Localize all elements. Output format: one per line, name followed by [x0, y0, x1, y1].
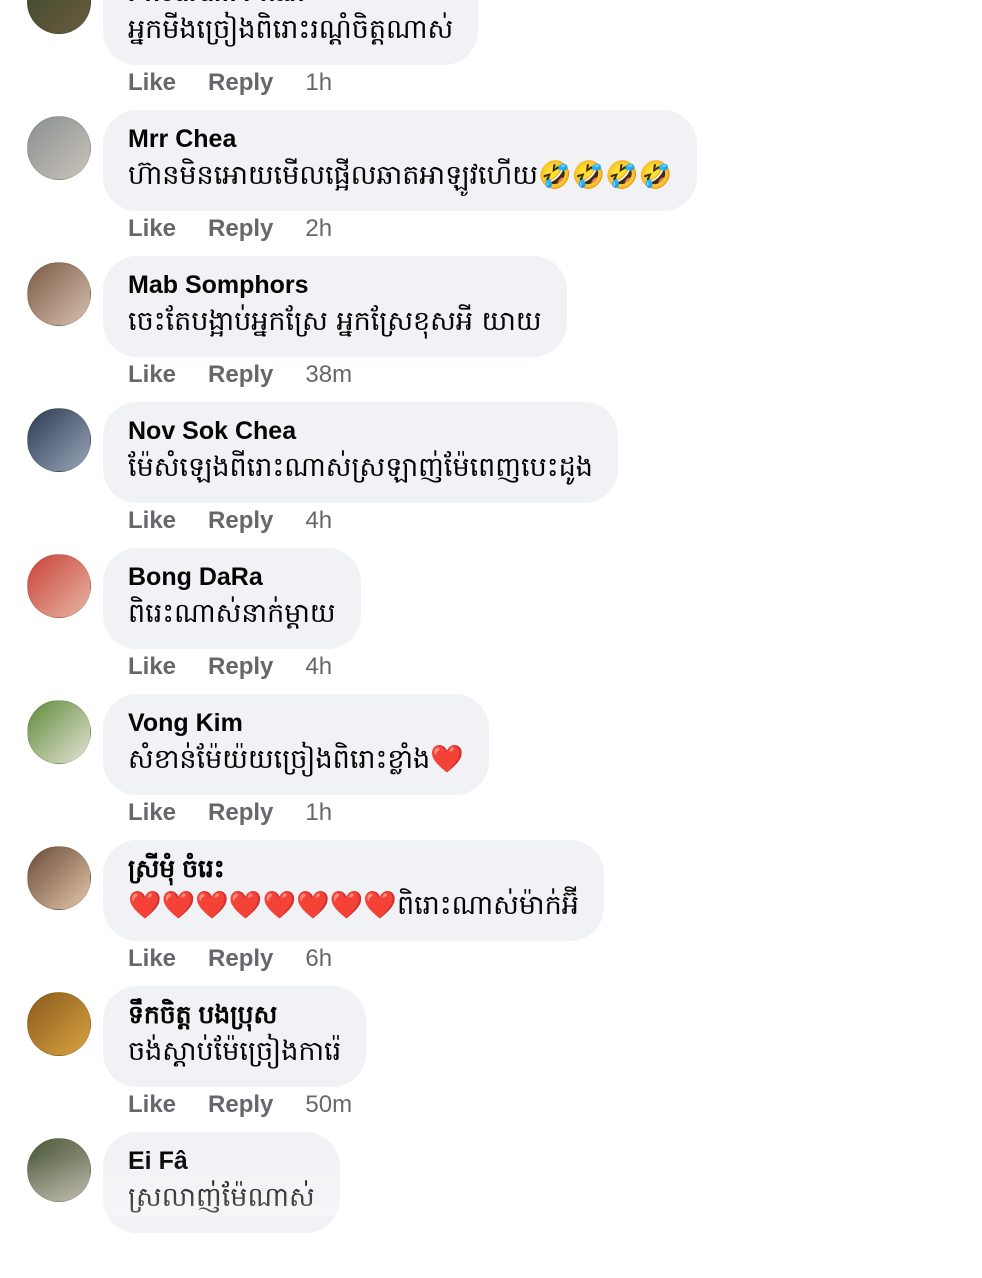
comment-text: ម៉ែសំឡេងពីរោះណាស់ស្រឡាញ់ម៉ែពេញបេះដូង [128, 452, 593, 483]
comment-author[interactable]: ស្រីមុំ ចំរេះ [128, 854, 579, 884]
comment-bubble: Mab Somphors ចេះតែបង្អាប់អ្នកស្រែ អ្នកស្… [103, 256, 567, 357]
comment-actions: Like Reply 4h [128, 650, 332, 684]
avatar[interactable] [27, 992, 91, 1056]
comment-text: សំខាន់ម៉ែយ៉យច្រៀងពិរោះខ្លាំង❤️ [128, 744, 464, 775]
comment: ស្រីមុំ ចំរេះ ❤️❤️❤️❤️❤️❤️❤️❤️ពិរោះណាស់ម… [0, 840, 982, 986]
like-link[interactable]: Like [128, 507, 176, 535]
avatar[interactable] [27, 700, 91, 764]
comment-timestamp[interactable]: 4h [305, 653, 332, 681]
like-link[interactable]: Like [128, 1091, 176, 1119]
comment-author[interactable]: Ei Fâ [128, 1146, 315, 1176]
comment-timestamp[interactable]: 50m [305, 1091, 352, 1119]
comment-text: ស្រលាញ់ម៉ែណាស់ [128, 1182, 315, 1213]
comment-actions: Like Reply 1h [128, 66, 332, 100]
comment-feed: Pheurum Phan អ្នកមីងច្រៀងពិរោះរណ្ដំចិត្ត… [0, 0, 982, 1278]
comment-author[interactable]: Bong DaRa [128, 562, 336, 592]
comment: Ei Fâ ស្រលាញ់ម៉ែណាស់ [0, 1132, 982, 1278]
comment-timestamp[interactable]: 2h [305, 215, 332, 243]
reply-link[interactable]: Reply [208, 945, 273, 973]
comment: Mrr Chea ហ៊ានមិនអោយមើលផ្អើលឆាតអាឡូវហើយ🤣🤣… [0, 110, 982, 256]
comment-bubble: ស្រីមុំ ចំរេះ ❤️❤️❤️❤️❤️❤️❤️❤️ពិរោះណាស់ម… [103, 840, 604, 941]
comment-author[interactable]: Pheurum Phan [128, 0, 453, 8]
comment-timestamp[interactable]: 38m [305, 361, 352, 389]
avatar-photo-icon [28, 0, 90, 33]
reply-link[interactable]: Reply [208, 799, 273, 827]
comment-actions: Like Reply 6h [128, 942, 332, 976]
avatar-photo-icon [28, 263, 90, 325]
comment: Nov Sok Chea ម៉ែសំឡេងពីរោះណាស់ស្រឡាញ់ម៉ែ… [0, 402, 982, 548]
comment-bubble: ទឹកចិត្ត បងប្រុស ចង់ស្ដាប់ម៉ែច្រៀងការ៉េ [103, 986, 367, 1087]
comment-timestamp[interactable]: 4h [305, 507, 332, 535]
reply-link[interactable]: Reply [208, 361, 273, 389]
comment-text: អ្នកមីងច្រៀងពិរោះរណ្ដំចិត្តណាស់ [128, 14, 454, 45]
comment: ទឹកចិត្ត បងប្រុស ចង់ស្ដាប់ម៉ែច្រៀងការ៉េ … [0, 986, 982, 1132]
avatar-photo-icon [28, 1139, 90, 1201]
comment-bubble: Bong DaRa ពិរេះណាស់នាក់ម្ដាយ [103, 548, 361, 649]
comment-text: ហ៊ានមិនអោយមើលផ្អើលឆាតអាឡូវហើយ🤣🤣🤣🤣 [128, 160, 673, 191]
comment-author[interactable]: ទឹកចិត្ត បងប្រុស [128, 1000, 341, 1030]
comment: Pheurum Phan អ្នកមីងច្រៀងពិរោះរណ្ដំចិត្ត… [0, 0, 982, 110]
like-link[interactable]: Like [128, 69, 176, 97]
comment-actions: Like Reply 50m [128, 1088, 352, 1122]
comment-bubble: Ei Fâ ស្រលាញ់ម៉ែណាស់ [103, 1132, 340, 1233]
comment-timestamp[interactable]: 1h [305, 69, 332, 97]
comment-bubble: Nov Sok Chea ម៉ែសំឡេងពីរោះណាស់ស្រឡាញ់ម៉ែ… [103, 402, 618, 503]
comment-timestamp[interactable]: 6h [305, 945, 332, 973]
comment-text: ❤️❤️❤️❤️❤️❤️❤️❤️ពិរោះណាស់ម៉ាក់អ៊ី [128, 890, 579, 921]
comment-actions: Like Reply 4h [128, 504, 332, 538]
comment: Mab Somphors ចេះតែបង្អាប់អ្នកស្រែ អ្នកស្… [0, 256, 982, 402]
avatar-photo-icon [28, 701, 90, 763]
comment-author[interactable]: Mrr Chea [128, 124, 672, 154]
like-link[interactable]: Like [128, 215, 176, 243]
comment-text: ចេះតែបង្អាប់អ្នកស្រែ អ្នកស្រែខុសអី យាយ [128, 306, 542, 337]
comment-author[interactable]: Vong Kim [128, 708, 464, 738]
avatar-photo-icon [28, 993, 90, 1055]
avatar-photo-icon [28, 409, 90, 471]
comment-actions: Like Reply 2h [128, 212, 332, 246]
avatar-photo-icon [28, 555, 90, 617]
comment-actions: Like Reply 38m [128, 358, 352, 392]
like-link[interactable]: Like [128, 945, 176, 973]
avatar[interactable] [27, 0, 91, 34]
avatar[interactable] [27, 846, 91, 910]
comment-bubble: Vong Kim សំខាន់ម៉ែយ៉យច្រៀងពិរោះខ្លាំង❤️ [103, 694, 489, 795]
avatar[interactable] [27, 262, 91, 326]
avatar[interactable] [27, 1138, 91, 1202]
avatar[interactable] [27, 116, 91, 180]
avatar-photo-icon [28, 847, 90, 909]
comment-author[interactable]: Mab Somphors [128, 270, 542, 300]
comment-bubble: Pheurum Phan អ្នកមីងច្រៀងពិរោះរណ្ដំចិត្ត… [103, 0, 479, 65]
comment-text: ចង់ស្ដាប់ម៉ែច្រៀងការ៉េ [128, 1036, 342, 1067]
comment-timestamp[interactable]: 1h [305, 799, 332, 827]
comment: Vong Kim សំខាន់ម៉ែយ៉យច្រៀងពិរោះខ្លាំង❤️ … [0, 694, 982, 840]
comment-actions: Like Reply 1h [128, 796, 332, 830]
reply-link[interactable]: Reply [208, 653, 273, 681]
avatar-photo-icon [28, 117, 90, 179]
like-link[interactable]: Like [128, 653, 176, 681]
reply-link[interactable]: Reply [208, 69, 273, 97]
comment-author[interactable]: Nov Sok Chea [128, 416, 593, 446]
avatar[interactable] [27, 408, 91, 472]
comment: Bong DaRa ពិរេះណាស់នាក់ម្ដាយ Like Reply … [0, 548, 982, 694]
comment-bubble: Mrr Chea ហ៊ានមិនអោយមើលផ្អើលឆាតអាឡូវហើយ🤣🤣… [103, 110, 698, 211]
reply-link[interactable]: Reply [208, 1091, 273, 1119]
avatar[interactable] [27, 554, 91, 618]
like-link[interactable]: Like [128, 361, 176, 389]
reply-link[interactable]: Reply [208, 215, 273, 243]
comment-text: ពិរេះណាស់នាក់ម្ដាយ [128, 598, 336, 629]
reply-link[interactable]: Reply [208, 507, 273, 535]
like-link[interactable]: Like [128, 799, 176, 827]
